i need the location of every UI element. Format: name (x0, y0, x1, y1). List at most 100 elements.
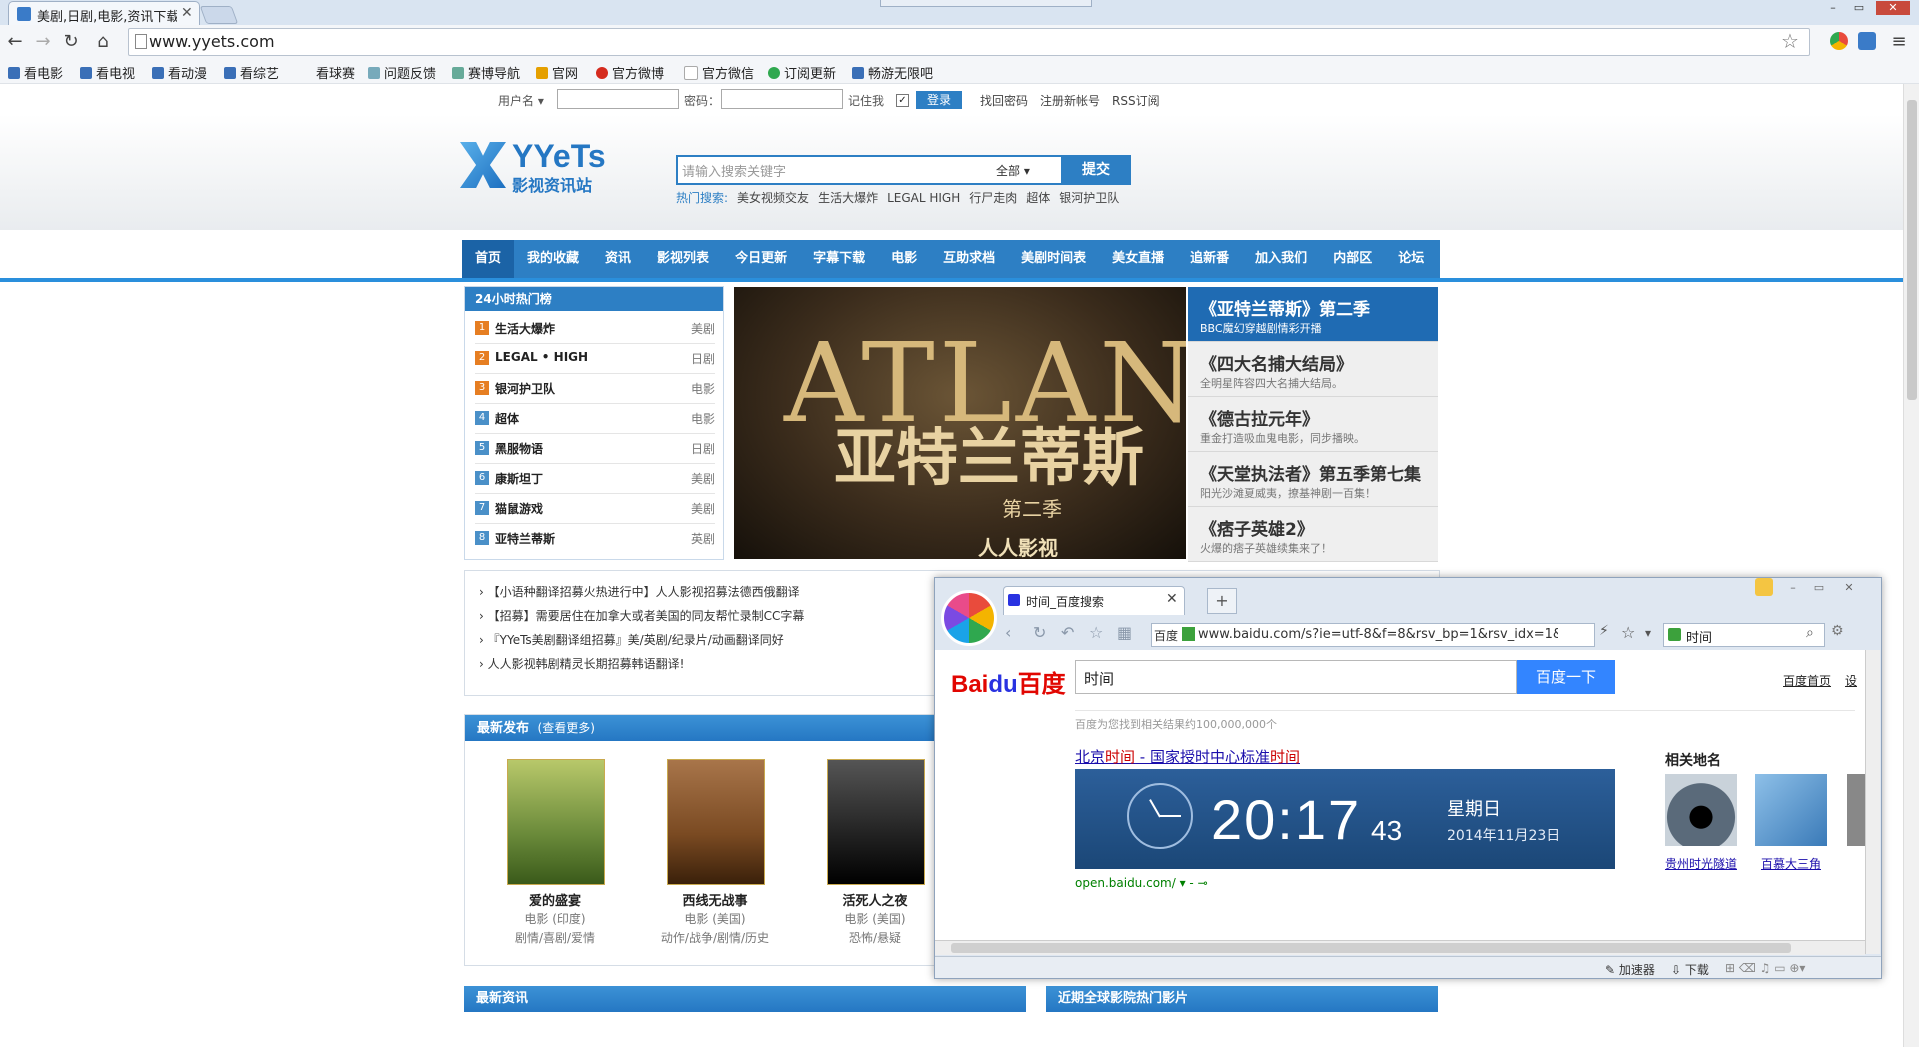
baidu-result-source[interactable]: open.baidu.com/ ▾ - ⊸ (1075, 876, 1208, 890)
baidu-search-input[interactable]: 时间 (1075, 660, 1517, 694)
notice-item[interactable]: › 【小语种翻译招募火热进行中】人人影视招募法德西俄翻译 (479, 583, 800, 600)
popup-horizontal-scrollbar[interactable] (935, 940, 1865, 955)
popup-reload-icon[interactable]: ↻ (1033, 623, 1046, 642)
search-box[interactable]: 请输入搜索关键字 全部 ▾ (676, 155, 1065, 185)
bookmark-item[interactable]: 官网 (536, 63, 578, 82)
popup-grid-icon[interactable]: ▦ (1117, 623, 1132, 642)
browser-logo-icon[interactable] (941, 590, 997, 646)
popup-search-box[interactable]: 时间 ⌕ (1663, 623, 1825, 647)
hot-search-item[interactable]: 生活大爆炸 (818, 191, 878, 205)
bookmark-item[interactable]: 畅游无限吧 (852, 63, 933, 82)
bookmark-item[interactable]: 订阅更新 (768, 63, 836, 82)
search-input[interactable]: 请输入搜索关键字 (682, 161, 786, 180)
username-input[interactable] (557, 89, 679, 109)
reload-icon[interactable]: ↻ (60, 31, 82, 53)
home-icon[interactable]: ⌂ (92, 31, 114, 53)
hot-list-item[interactable]: 2 LEGAL • HIGH 日剧 (475, 343, 715, 374)
bookmark-item[interactable]: 官方微博 (596, 63, 664, 82)
hot-search-item[interactable]: 超体 (1026, 191, 1050, 205)
related-place-name[interactable]: 百慕大三角 (1751, 855, 1831, 872)
bookmark-item[interactable]: 看球赛 (316, 63, 355, 82)
new-tab-button[interactable] (199, 6, 239, 24)
accelerator-button[interactable]: ✎ 加速器 (1605, 961, 1655, 978)
popup-address-dropdown-icon[interactable]: ▾ (1645, 626, 1651, 640)
banner-image[interactable]: ATLANT 亚特兰蒂斯 第二季 人人影视 (734, 287, 1186, 559)
bookmark-item[interactable]: 看综艺 (224, 63, 279, 82)
bookmark-item[interactable]: 看动漫 (152, 63, 207, 82)
popup-maximize-button[interactable]: ▭ (1807, 580, 1831, 596)
tab-close-icon[interactable]: ✕ (181, 5, 193, 21)
movie-title[interactable]: 爱的盛宴 (485, 890, 625, 909)
hot-list-item[interactable]: 3 银河护卫队 电影 (475, 373, 715, 404)
bookmark-item[interactable]: 看电视 (80, 63, 135, 82)
hot-list-item[interactable]: 4 超体 电影 (475, 403, 715, 434)
rss-link[interactable]: RSS订阅 (1112, 92, 1160, 109)
nav-item-live[interactable]: 美女直播 (1099, 240, 1177, 278)
popup-tab-close-icon[interactable]: ✕ (1166, 591, 1178, 607)
minimize-button[interactable]: – (1822, 1, 1844, 15)
bookmark-item[interactable]: 官方微信 (684, 63, 754, 82)
login-button[interactable]: 登录 (916, 91, 962, 109)
bookmark-star-icon[interactable]: ☆ (1781, 29, 1799, 53)
nav-item-anime[interactable]: 追新番 (1177, 240, 1242, 278)
popup-minimize-button[interactable]: – (1781, 580, 1805, 596)
nav-item-forum[interactable]: 论坛 (1385, 240, 1437, 278)
search-submit-button[interactable]: 提交 (1061, 155, 1131, 185)
back-icon[interactable]: ← (4, 31, 26, 53)
address-bar[interactable]: www.yyets.com ☆ (128, 28, 1810, 56)
hot-search-item[interactable]: 银河护卫队 (1059, 191, 1119, 205)
nav-item-video-list[interactable]: 影视列表 (644, 240, 722, 278)
close-window-button[interactable]: ✕ (1876, 1, 1910, 15)
skin-icon[interactable] (1755, 578, 1773, 596)
nav-item-movies[interactable]: 电影 (878, 240, 930, 278)
baidu-result-title[interactable]: 北京时间 - 国家授时中心标准时间 (1075, 746, 1300, 767)
notice-item[interactable]: › 【招募】需要居住在加拿大或者美国的同友帮忙录制CC字幕 (479, 607, 804, 624)
forward-icon[interactable]: → (32, 31, 54, 53)
baidu-settings-link[interactable]: 设 (1845, 672, 1857, 689)
status-tools-icon[interactable]: ⊞ ⌫ ♫ ▭ ⊕▾ (1725, 961, 1805, 975)
related-place-image[interactable] (1755, 774, 1827, 846)
movie-title[interactable]: 活死人之夜 (805, 890, 945, 909)
bookmark-item[interactable]: 看电影 (8, 63, 63, 82)
page-scrollbar[interactable] (1903, 84, 1919, 1047)
popup-favorite-icon[interactable]: ☆ (1089, 623, 1103, 642)
popup-scrollbar-thumb[interactable] (951, 943, 1791, 953)
nav-item-join[interactable]: 加入我们 (1242, 240, 1320, 278)
hot-search-item[interactable]: 行尸走肉 (969, 191, 1017, 205)
register-link[interactable]: 注册新帐号 (1040, 92, 1100, 109)
banner-side-item[interactable]: 《天堂执法者》第五季第七集 阳光沙滩夏威夷，撩基神剧一百集！ (1188, 452, 1438, 507)
username-label[interactable]: 用户名 ▾ (498, 92, 544, 109)
password-input[interactable] (721, 89, 843, 109)
browser-tab-active[interactable]: 美剧,日剧,电影,资讯下载 ✕ (8, 1, 200, 26)
notice-item[interactable]: › 『YYeTs美剧翻译组招募』美/英剧/纪录片/动画翻译同好 (479, 631, 784, 648)
nav-item-subtitles[interactable]: 字幕下载 (800, 240, 878, 278)
movie-poster[interactable] (827, 759, 925, 885)
related-place-image[interactable] (1847, 774, 1865, 846)
popup-close-button[interactable]: ✕ (1837, 580, 1861, 596)
popup-tab-active[interactable]: 时间_百度搜索 ✕ (1003, 586, 1185, 615)
site-logo-title[interactable]: YYeTs (512, 138, 606, 175)
hot-search-item[interactable]: LEGAL HIGH (887, 191, 960, 205)
flash-icon[interactable]: ⚡ (1599, 623, 1609, 639)
popup-new-tab-button[interactable]: + (1207, 588, 1237, 614)
maximize-button[interactable]: ▭ (1848, 1, 1870, 15)
baidu-logo[interactable]: Baidu百度 (951, 664, 1066, 699)
popup-vertical-scrollbar[interactable] (1865, 650, 1880, 954)
hot-list-item[interactable]: 1 生活大爆炸 美剧 (475, 313, 715, 344)
banner-side-item[interactable]: 《德古拉元年》 重金打造吸血鬼电影，同步播映。 (1188, 397, 1438, 452)
popup-back-icon[interactable]: ‹ (1005, 623, 1011, 642)
menu-icon[interactable]: ≡ (1888, 31, 1910, 53)
search-scope-select[interactable]: 全部 ▾ (996, 162, 1030, 179)
bookmark-item[interactable]: 赛博导航 (452, 63, 520, 82)
related-place-name[interactable]: 贵州时光隧道 (1661, 855, 1741, 872)
baidu-search-button[interactable]: 百度一下 (1517, 660, 1615, 694)
nav-item-schedule[interactable]: 美剧时间表 (1008, 240, 1099, 278)
movie-poster[interactable] (667, 759, 765, 885)
search-icon[interactable]: ⌕ (1806, 625, 1814, 641)
extension-icon[interactable] (1830, 32, 1848, 50)
nav-item-requests[interactable]: 互助求档 (930, 240, 1008, 278)
baidu-home-link[interactable]: 百度首页 (1783, 672, 1831, 689)
find-password-link[interactable]: 找回密码 (980, 92, 1028, 109)
nav-item-news[interactable]: 资讯 (592, 240, 644, 278)
popup-tools-icon[interactable]: ⚙ (1831, 623, 1844, 639)
